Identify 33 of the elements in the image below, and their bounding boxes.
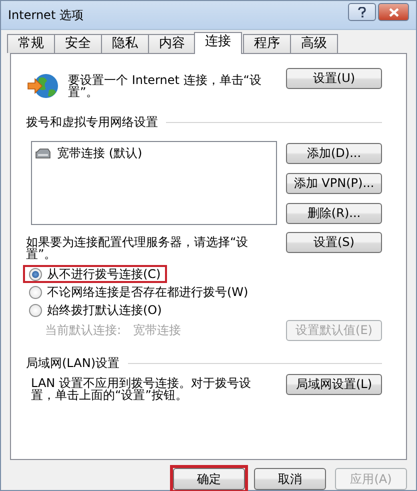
connection-item[interactable]: 宽带连接 (默认) xyxy=(55,145,144,162)
default-connection-value: 宽带连接 xyxy=(133,322,182,339)
proxy-text: 如果要为连接配置代理服务器，请选择“设置”。 xyxy=(26,236,250,260)
help-icon xyxy=(358,6,366,18)
delete-button[interactable]: 删除(R)... xyxy=(286,203,382,224)
ok-button[interactable]: 确定 xyxy=(173,468,245,490)
cancel-button[interactable]: 取消 xyxy=(254,468,326,490)
add-button[interactable]: 添加(D)... xyxy=(286,143,382,164)
tab[interactable]: 内容 xyxy=(148,34,196,53)
section-heading: 拨号和虚拟专用网络设置 xyxy=(26,114,158,131)
radio-option[interactable]: 不论网络连接是否存在都进行拨号(W) xyxy=(23,283,254,301)
setup-button[interactable]: 设置(U) xyxy=(286,68,382,89)
modem-icon xyxy=(35,148,51,160)
lan-text: LAN 设置不应用到拨号连接。对于拨号设置，单击上面的“设置”按钮。 xyxy=(31,377,251,401)
tab[interactable]: 连接 xyxy=(194,32,242,54)
add-vpn-button[interactable]: 添加 VPN(P)... xyxy=(286,173,382,194)
tab[interactable]: 隐私 xyxy=(101,34,149,53)
tab[interactable]: 程序 xyxy=(243,34,291,53)
tab[interactable]: 常规 xyxy=(7,34,55,53)
lan-settings-button[interactable]: 局域网设置(L) xyxy=(286,374,382,395)
radio-option[interactable]: 始终拨打默认连接(O) xyxy=(23,301,168,319)
close-button[interactable] xyxy=(378,3,409,21)
tab[interactable]: 高级 xyxy=(290,34,338,53)
tab[interactable]: 安全 xyxy=(54,34,102,53)
setup-text: 要设置一个 Internet 连接，单击“设置”。 xyxy=(68,74,262,98)
connection-list[interactable]: 宽带连接 (默认) xyxy=(31,141,277,225)
close-icon xyxy=(388,8,398,16)
proxy-settings-button[interactable]: 设置(S) xyxy=(286,232,382,253)
default-connection-label: 当前默认连接: xyxy=(45,322,122,339)
section-heading: 局域网(LAN)设置 xyxy=(26,355,120,372)
window-title: Internet 选项 xyxy=(8,6,84,24)
help-button[interactable] xyxy=(348,3,376,21)
radio-option[interactable]: 从不进行拨号连接(C) xyxy=(23,265,167,283)
